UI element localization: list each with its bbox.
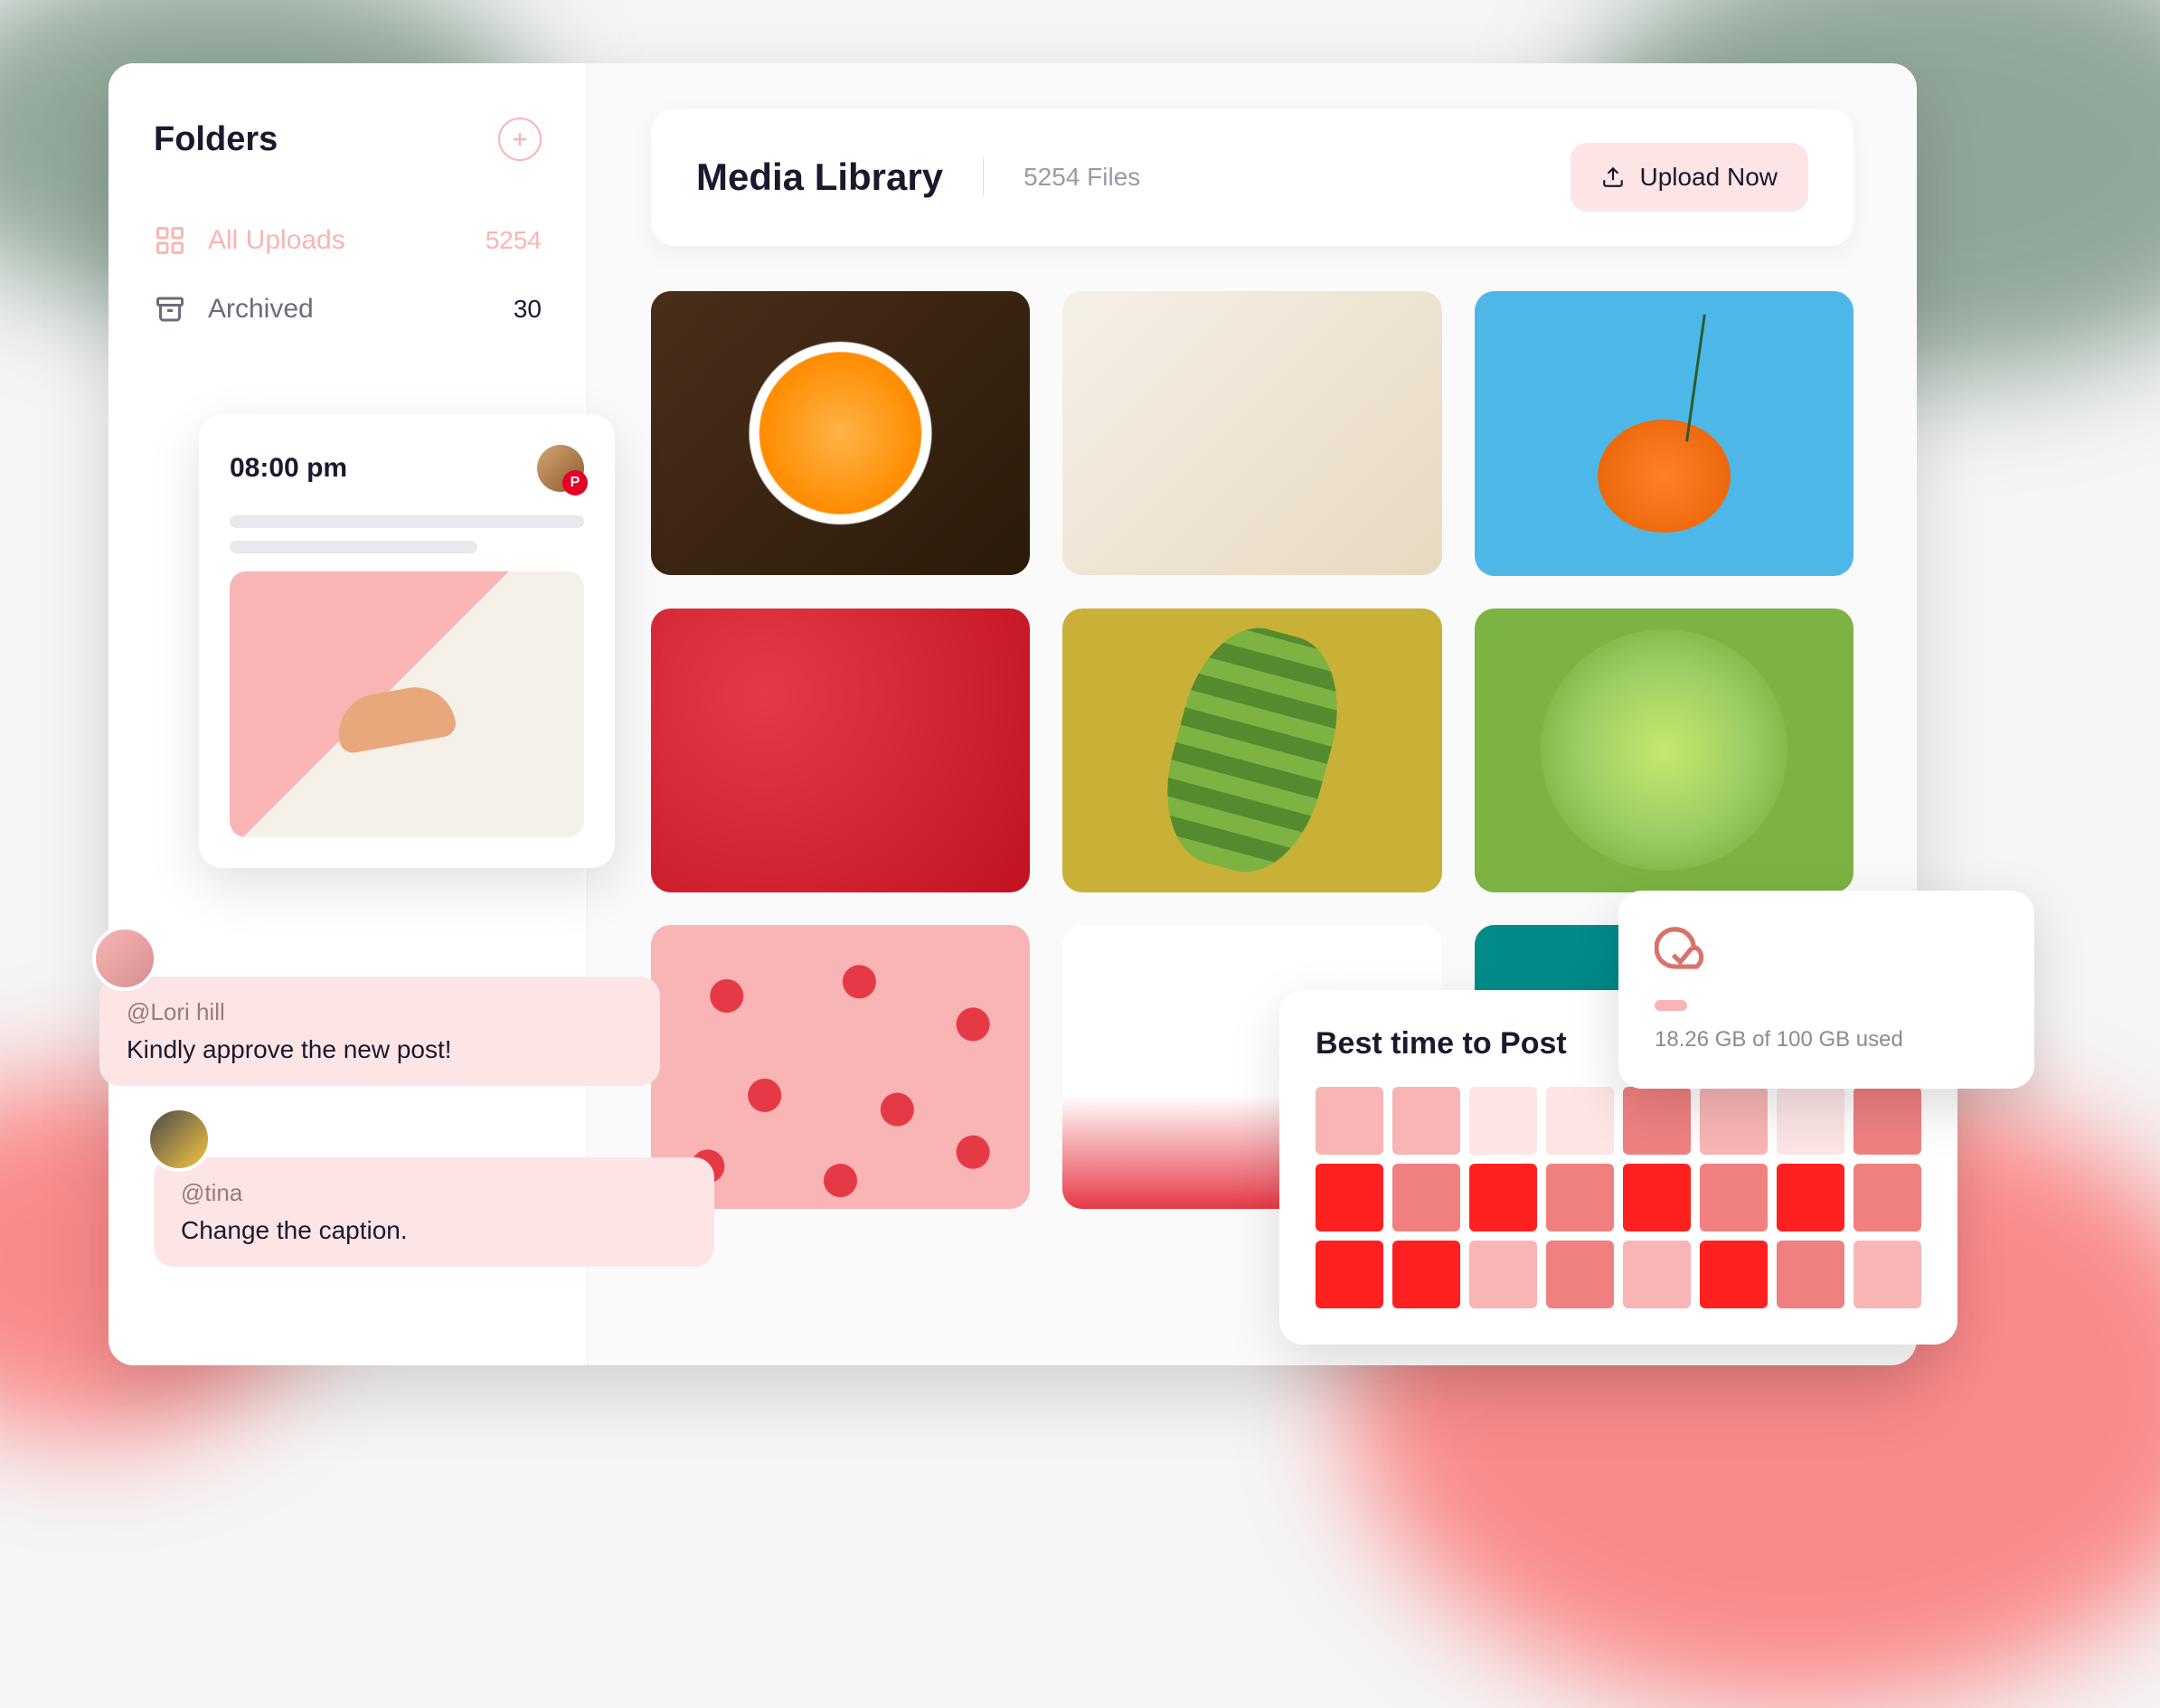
heatmap-grid	[1316, 1087, 1921, 1308]
sidebar-title: Folders	[154, 120, 278, 159]
heatmap-cell[interactable]	[1469, 1087, 1537, 1155]
avatar[interactable]: P	[537, 445, 584, 492]
heatmap-cell[interactable]	[1777, 1241, 1844, 1308]
scheduled-post-card: 08:00 pm P	[199, 414, 615, 868]
heatmap-cell[interactable]	[1469, 1241, 1537, 1308]
heatmap-cell[interactable]	[1853, 1164, 1921, 1231]
pinterest-badge-icon: P	[562, 470, 588, 495]
comment-bubble[interactable]: @tina Change the caption.	[154, 1157, 714, 1267]
sidebar-item-archived[interactable]: Archived 30	[154, 275, 542, 344]
storage-card: 18.26 GB of 100 GB used	[1618, 891, 2034, 1089]
main-header: Media Library 5254 Files Upload Now	[651, 109, 1853, 246]
post-preview-image[interactable]	[230, 571, 584, 837]
heatmap-cell[interactable]	[1700, 1087, 1768, 1155]
skeleton-line	[230, 515, 584, 528]
sidebar-item-count: 5254	[486, 226, 542, 255]
media-tile[interactable]	[1475, 609, 1853, 893]
sidebar-header: Folders	[154, 118, 542, 161]
heatmap-cell[interactable]	[1700, 1164, 1768, 1231]
post-card-header: 08:00 pm P	[230, 445, 584, 492]
media-tile[interactable]	[1475, 291, 1853, 576]
add-folder-button[interactable]	[498, 118, 542, 161]
sidebar-item-label: All Uploads	[208, 225, 486, 256]
heatmap-cell[interactable]	[1853, 1241, 1921, 1308]
comment-text: Change the caption.	[181, 1216, 687, 1245]
comment-bubble[interactable]: @Lori hill Kindly approve the new post!	[99, 977, 660, 1086]
heatmap-cell[interactable]	[1316, 1164, 1383, 1231]
comment-username: @Lori hill	[127, 998, 633, 1026]
heatmap-cell[interactable]	[1392, 1241, 1460, 1308]
heatmap-cell[interactable]	[1777, 1164, 1844, 1231]
media-tile[interactable]	[651, 609, 1030, 892]
file-count: 5254 Files	[1023, 163, 1140, 192]
media-tile[interactable]	[1062, 291, 1441, 575]
avatar	[92, 926, 157, 991]
sidebar-item-label: Archived	[208, 294, 514, 325]
plus-icon	[509, 128, 531, 150]
divider	[983, 157, 984, 197]
heatmap-cell[interactable]	[1392, 1164, 1460, 1231]
media-tile[interactable]	[1062, 609, 1441, 892]
heatmap-cell[interactable]	[1623, 1241, 1691, 1308]
heatmap-cell[interactable]	[1623, 1164, 1691, 1231]
sidebar-item-count: 30	[514, 295, 542, 324]
heatmap-cell[interactable]	[1316, 1087, 1383, 1155]
upload-icon	[1601, 165, 1625, 189]
archive-icon	[154, 293, 186, 326]
skeleton-line	[230, 541, 477, 553]
storage-text: 18.26 GB of 100 GB used	[1655, 1027, 1998, 1052]
heatmap-cell[interactable]	[1469, 1164, 1537, 1231]
storage-usage-bar	[1655, 1000, 1687, 1011]
heatmap-cell[interactable]	[1392, 1087, 1460, 1155]
upload-button-label: Upload Now	[1639, 163, 1778, 192]
grid-icon	[154, 224, 186, 257]
heatmap-cell[interactable]	[1546, 1241, 1614, 1308]
heatmap-cell[interactable]	[1316, 1241, 1383, 1308]
post-time: 08:00 pm	[230, 453, 347, 484]
heatmap-cell[interactable]	[1777, 1087, 1844, 1155]
sidebar-item-all-uploads[interactable]: All Uploads 5254	[154, 206, 542, 275]
media-tile[interactable]	[651, 291, 1030, 575]
avatar	[146, 1107, 212, 1172]
heatmap-cell[interactable]	[1623, 1087, 1691, 1155]
heatmap-cell[interactable]	[1700, 1241, 1768, 1308]
comment-text: Kindly approve the new post!	[127, 1035, 633, 1064]
heatmap-cell[interactable]	[1546, 1164, 1614, 1231]
heatmap-cell[interactable]	[1853, 1087, 1921, 1155]
heatmap-cell[interactable]	[1546, 1087, 1614, 1155]
comment-username: @tina	[181, 1179, 687, 1207]
cloud-check-icon	[1655, 927, 1711, 974]
page-title: Media Library	[696, 156, 943, 199]
upload-button[interactable]: Upload Now	[1570, 143, 1808, 212]
